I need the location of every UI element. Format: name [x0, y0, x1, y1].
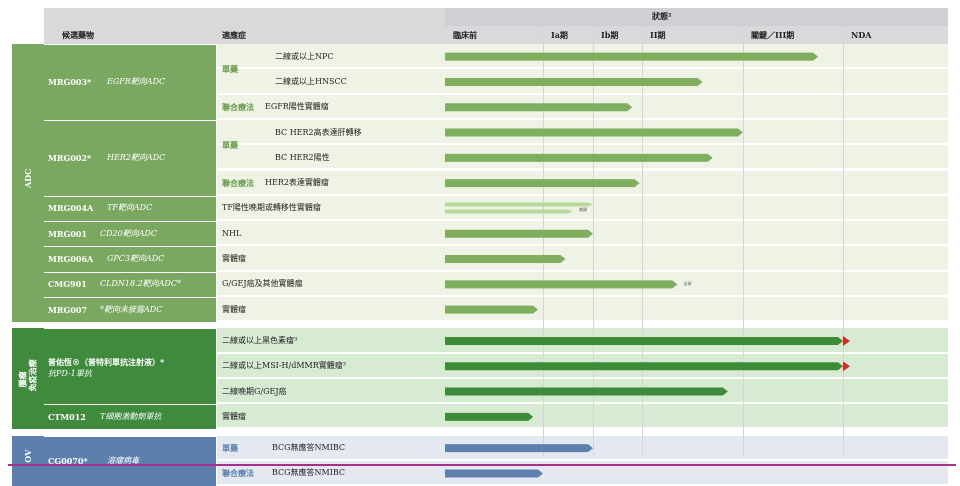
bar-note: 美國 [579, 208, 587, 212]
progress-bar [445, 413, 533, 421]
progress-bar [445, 337, 843, 345]
pipeline-chart: 狀態²候選藥物適應症臨床前Ia期Ib期II期關鍵／III期NDAADC腫瘤 免疫… [0, 0, 960, 480]
progress-bar [445, 388, 728, 396]
progress-bar [445, 103, 632, 111]
progress-bar [445, 362, 843, 370]
bottom-rule [8, 464, 956, 466]
progress-bar [445, 53, 818, 61]
progress-bar [445, 280, 677, 288]
arrow-tip [843, 361, 850, 371]
progress-bar [445, 230, 593, 238]
progress-bar [445, 78, 703, 86]
progress-bars [0, 0, 960, 480]
progress-bar [445, 202, 593, 206]
progress-bar [445, 306, 538, 314]
progress-bar [445, 129, 743, 137]
progress-bar [445, 179, 640, 187]
progress-bar [445, 444, 593, 452]
arrow-tip [843, 336, 850, 346]
progress-bar [445, 255, 566, 263]
bar-note: 全球 [683, 282, 691, 286]
progress-bar [445, 469, 543, 477]
progress-bar [445, 209, 573, 213]
progress-bar [445, 154, 713, 162]
